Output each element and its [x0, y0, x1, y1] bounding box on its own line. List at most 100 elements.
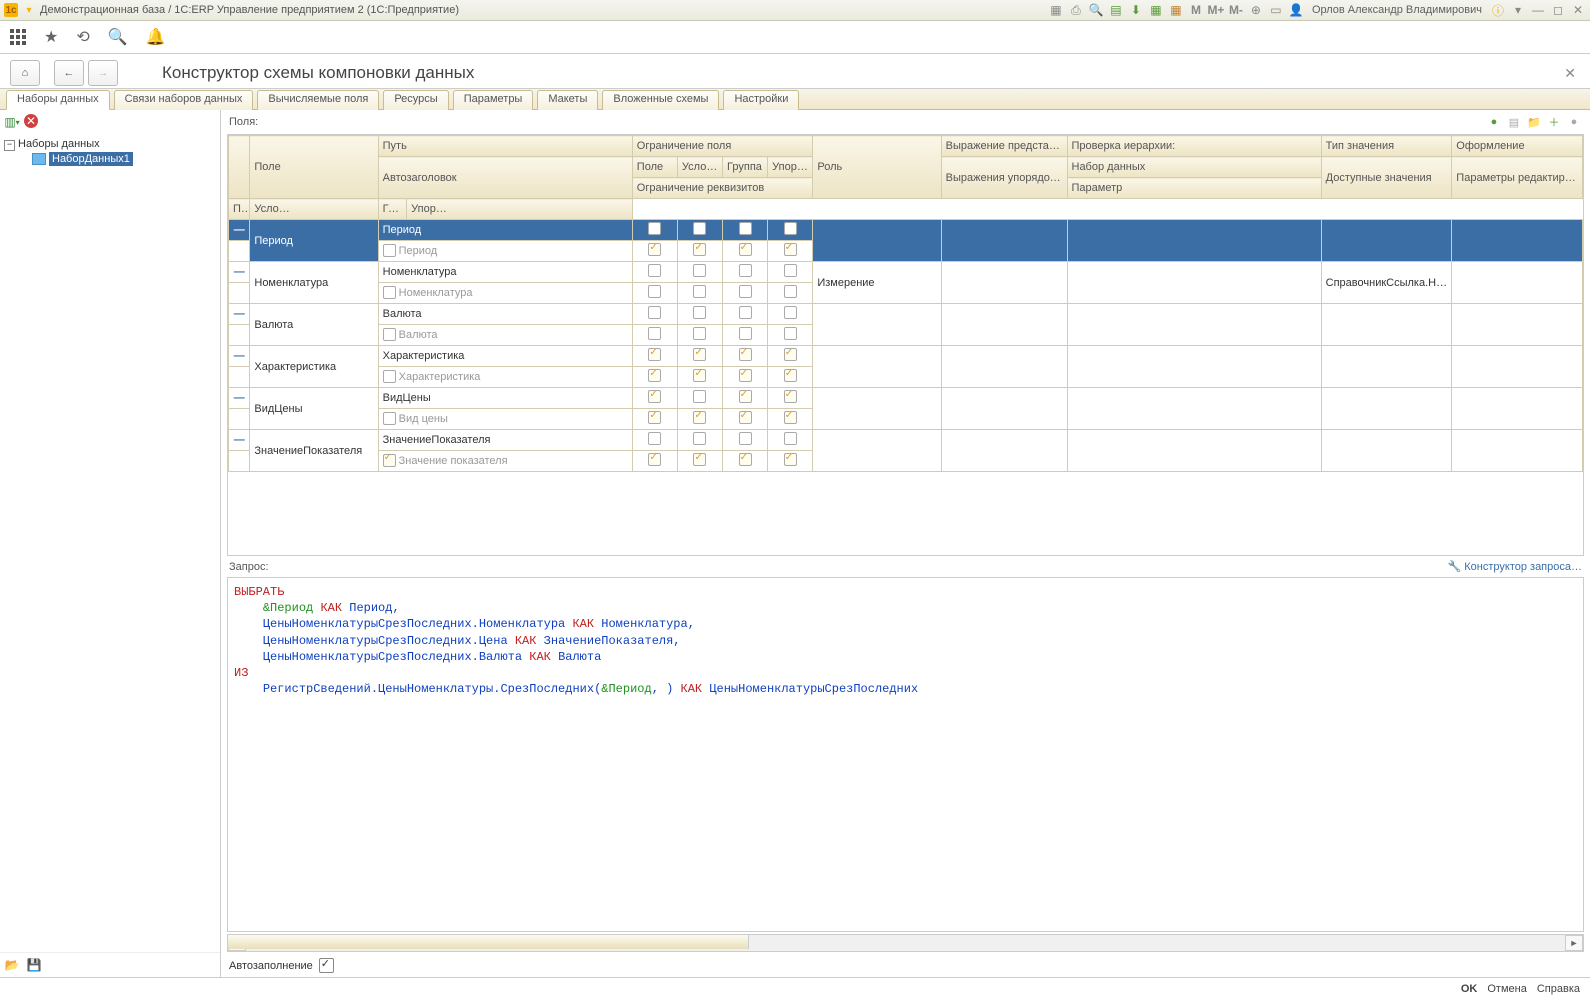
tabs: Наборы данных Связи наборов данных Вычис… [0, 89, 1590, 110]
save-tb-icon[interactable]: ⬇ [1128, 2, 1144, 18]
fields-label: Поля: [229, 116, 258, 128]
user-icon: 👤 [1288, 2, 1304, 18]
star-icon[interactable]: ★ [44, 27, 58, 47]
scroll-thumb[interactable] [228, 935, 749, 949]
tab-layouts[interactable]: Макеты [537, 90, 598, 110]
tree-root[interactable]: −Наборы данных [4, 138, 216, 151]
autofill-checkbox[interactable] [319, 958, 334, 973]
user-name: Орлов Александр Владимирович [1308, 4, 1486, 16]
query-label: Запрос: [229, 561, 269, 573]
bell-icon[interactable]: 🔔 [146, 27, 166, 47]
tab-nested[interactable]: Вложенные схемы [602, 90, 719, 110]
col-param[interactable]: Параметр [1067, 178, 1321, 199]
doc-icon[interactable]: ▤ [1108, 2, 1124, 18]
app-1c-icon: 1c [4, 3, 18, 17]
col-check-hier[interactable]: Проверка иерархии: [1067, 136, 1321, 157]
cancel-button[interactable]: Отмена [1487, 983, 1526, 995]
book-icon[interactable]: ▭ [1268, 2, 1284, 18]
save-icon[interactable]: 💾 [26, 957, 42, 973]
forward-button[interactable]: → [88, 60, 118, 86]
m-plus-icon[interactable]: M+ [1208, 2, 1224, 18]
col-role[interactable]: Роль [813, 136, 941, 199]
col-restr-attr[interactable]: Ограничение реквизитов [632, 178, 813, 199]
footer: OK Отмена Справка [0, 977, 1590, 1000]
ok-button[interactable]: OK [1461, 983, 1478, 995]
print-icon[interactable]: ⎙ [1068, 2, 1084, 18]
info-icon[interactable]: ⓘ [1490, 2, 1506, 18]
table-row[interactable]: —ЗначениеПоказателяЗначениеПоказателя [229, 430, 1583, 451]
col-expr-repr[interactable]: Выражение представ… [941, 136, 1067, 157]
right-pane: Поля: ● ▤ 📁 ＋ ● Поле Путь [221, 110, 1590, 977]
page-title: Конструктор схемы компоновки данных [162, 63, 474, 83]
col-field[interactable]: Поле [250, 136, 378, 199]
query-header: Запрос: 🔧Конструктор запроса… [221, 556, 1590, 577]
tab-resources[interactable]: Ресурсы [383, 90, 448, 110]
home-button[interactable]: ⌂ [10, 60, 40, 86]
fields-grid[interactable]: Поле Путь Ограничение поля Роль Выражени… [227, 134, 1584, 556]
col-expr-order[interactable]: Выражения упорядочивания [941, 157, 1067, 199]
col-avail[interactable]: Доступные значения [1321, 157, 1452, 199]
autofill-label: Автозаполнение [229, 960, 313, 972]
tree-dataset[interactable]: НаборДанных1 [32, 153, 216, 165]
col-restr-field[interactable]: Ограничение поля [632, 136, 813, 157]
calc-icon[interactable]: ▦ [1148, 2, 1164, 18]
close-window-icon[interactable]: ✕ [1570, 2, 1586, 18]
folder-open-icon[interactable]: 📂 [4, 957, 20, 973]
folder-add-icon[interactable]: 📁 [1526, 114, 1542, 130]
tab-calc[interactable]: Вычисляемые поля [257, 90, 379, 110]
dataset-tree[interactable]: −Наборы данных НаборДанных1 [0, 134, 220, 952]
scroll-right-icon[interactable]: ► [1565, 935, 1583, 951]
add-green-icon[interactable]: ＋ [1546, 114, 1562, 130]
delete-dataset-icon[interactable]: ✕ [24, 114, 38, 128]
left-toolbar: ▥▾ ✕ [0, 110, 220, 134]
zoom-icon[interactable]: ⊕ [1248, 2, 1264, 18]
titlebar-right: ▦ ⎙ 🔍 ▤ ⬇ ▦ ▦ M M+ M- ⊕ ▭ 👤 Орлов Алекса… [1048, 2, 1586, 18]
maximize-icon[interactable]: ◻ [1550, 2, 1566, 18]
m-icon[interactable]: M [1188, 2, 1204, 18]
back-button[interactable]: ← [54, 60, 84, 86]
add-dataset-icon[interactable]: ▥▾ [4, 114, 20, 130]
window-title: Демонстрационная база / 1С:ERP Управлени… [40, 4, 459, 16]
dropdown-icon[interactable]: ▾ [22, 3, 36, 17]
col-path[interactable]: Путь [378, 136, 632, 157]
tab-settings[interactable]: Настройки [723, 90, 799, 110]
table-row[interactable]: —ПериодПериод [229, 220, 1583, 241]
col-design[interactable]: Оформление [1452, 136, 1583, 157]
query-editor[interactable]: ВЫБРАТЬ &Период КАК Период, ЦеныНоменкла… [227, 577, 1584, 932]
tab-datasets[interactable]: Наборы данных [6, 90, 110, 110]
left-bottom-toolbar: 📂 💾 [0, 952, 220, 977]
main-toolbar: ★ ⟲ 🔍 🔔 [0, 21, 1590, 54]
m-minus-icon[interactable]: M- [1228, 2, 1244, 18]
col-autoheader[interactable]: Автозаголовок [378, 157, 632, 199]
history-icon[interactable]: ⟲ [76, 27, 89, 47]
query-constructor-button[interactable]: 🔧Конструктор запроса… [1448, 560, 1582, 573]
table-row[interactable]: —ХарактеристикаХарактеристика [229, 346, 1583, 367]
delete-grey-icon[interactable]: ● [1566, 114, 1582, 130]
search-tb-icon[interactable]: 🔍 [1088, 2, 1104, 18]
table-row[interactable]: —ВалютаВалюта [229, 304, 1583, 325]
doc-grey-icon[interactable]: ▤ [1506, 114, 1522, 130]
page-header: ⌂ ← → Конструктор схемы компоновки данны… [0, 54, 1590, 89]
table-row[interactable]: —ВидЦеныВидЦены [229, 388, 1583, 409]
titlebar: 1c ▾ Демонстрационная база / 1С:ERP Упра… [0, 0, 1590, 21]
apps-icon[interactable] [10, 29, 26, 45]
help-button[interactable]: Справка [1537, 983, 1580, 995]
tab-params[interactable]: Параметры [453, 90, 534, 110]
info-dd-icon[interactable]: ▾ [1510, 2, 1526, 18]
grid-icon[interactable]: ▦ [1048, 2, 1064, 18]
close-icon[interactable]: ✕ [1560, 61, 1580, 86]
col-valtype[interactable]: Тип значения [1321, 136, 1452, 157]
autofill-row: Автозаполнение [221, 954, 1590, 977]
check-green-icon[interactable]: ● [1486, 114, 1502, 130]
horizontal-scrollbar[interactable]: ◄ ► [227, 934, 1584, 952]
calendar-icon[interactable]: ▦ [1168, 2, 1184, 18]
minimize-icon[interactable]: — [1530, 2, 1546, 18]
col-editparam[interactable]: Параметры редактирования [1452, 157, 1583, 199]
table-row[interactable]: —НоменклатураНоменклатураИзмерениеСправо… [229, 262, 1583, 283]
fields-header: Поля: ● ▤ 📁 ＋ ● [221, 110, 1590, 134]
left-pane: ▥▾ ✕ −Наборы данных НаборДанных1 📂 💾 [0, 110, 221, 977]
search-icon[interactable]: 🔍 [108, 27, 128, 47]
main-area: ▥▾ ✕ −Наборы данных НаборДанных1 📂 💾 Пол… [0, 110, 1590, 977]
tab-links[interactable]: Связи наборов данных [114, 90, 254, 110]
col-ds[interactable]: Набор данных [1067, 157, 1321, 178]
